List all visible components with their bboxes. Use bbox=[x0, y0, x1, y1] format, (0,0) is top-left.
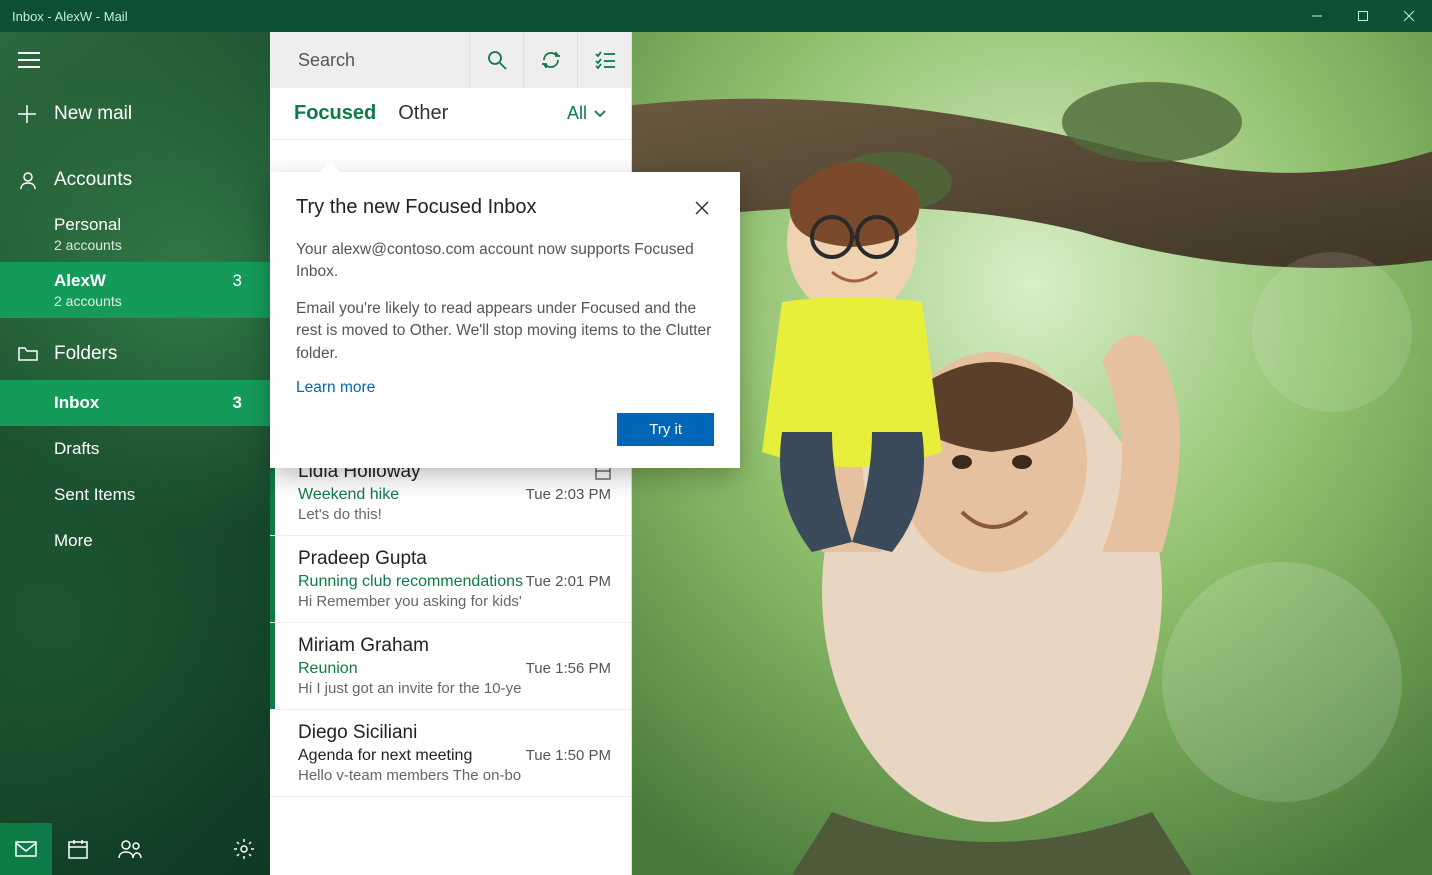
popup-text-1: Your alexw@contoso.com account now suppo… bbox=[296, 239, 714, 284]
message-item[interactable]: Miriam Graham Reunion Tue 1:56 PM Hi I ju… bbox=[270, 623, 631, 710]
folders-header[interactable]: Folders bbox=[0, 328, 270, 380]
folder-label: Drafts bbox=[54, 439, 99, 459]
chevron-down-icon bbox=[593, 109, 607, 119]
message-from: Pradeep Gupta bbox=[298, 548, 427, 570]
account-sub: 2 accounts bbox=[54, 293, 270, 309]
folder-item[interactable]: More bbox=[0, 518, 270, 564]
folder-item[interactable]: Sent Items bbox=[0, 472, 270, 518]
account-badge: 3 bbox=[233, 271, 242, 291]
search-input[interactable]: Search bbox=[270, 50, 469, 71]
calendar-app-button[interactable] bbox=[52, 823, 104, 875]
folders-label: Folders bbox=[54, 343, 117, 365]
message-item[interactable]: Pradeep Gupta Running club recommendatio… bbox=[270, 536, 631, 623]
sync-button[interactable] bbox=[523, 32, 577, 88]
inbox-tabs: Focused Other All bbox=[270, 88, 631, 140]
people-app-button[interactable] bbox=[104, 823, 156, 875]
popup-title: Try the new Focused Inbox bbox=[296, 196, 537, 219]
folder-badge: 3 bbox=[233, 393, 242, 413]
filter-dropdown[interactable]: All bbox=[567, 103, 607, 124]
tab-other[interactable]: Other bbox=[398, 102, 448, 125]
hamburger-icon bbox=[18, 52, 40, 68]
message-subject: Running club recommendations bbox=[298, 573, 523, 591]
tab-focused[interactable]: Focused bbox=[294, 102, 376, 125]
message-preview: Hi I just got an invite for the 10-ye bbox=[298, 680, 611, 697]
folder-item[interactable]: Drafts bbox=[0, 426, 270, 472]
new-mail-button[interactable]: New mail bbox=[0, 88, 270, 140]
close-button[interactable] bbox=[1386, 0, 1432, 32]
titlebar: Inbox - AlexW - Mail bbox=[0, 0, 1432, 32]
sidebar: New mail Accounts Personal2 accountsAlex… bbox=[0, 32, 270, 875]
account-sub: 2 accounts bbox=[54, 237, 270, 253]
message-subject: Reunion bbox=[298, 660, 358, 678]
account-item[interactable]: Personal 2 accounts bbox=[0, 206, 270, 262]
try-it-button[interactable]: Try it bbox=[617, 413, 714, 446]
search-bar: Search bbox=[270, 32, 631, 88]
account-name: AlexW bbox=[54, 271, 106, 291]
message-time: Tue 2:01 PM bbox=[526, 573, 611, 591]
folder-item[interactable]: Inbox 3 bbox=[0, 380, 270, 426]
folder-label: Sent Items bbox=[54, 485, 135, 505]
message-subject: Weekend hike bbox=[298, 486, 399, 504]
settings-button[interactable] bbox=[218, 823, 270, 875]
search-button[interactable] bbox=[469, 32, 523, 88]
minimize-button[interactable] bbox=[1294, 0, 1340, 32]
message-time: Tue 1:56 PM bbox=[526, 660, 611, 678]
message-preview: Hello v-team members The on-bo bbox=[298, 767, 611, 784]
message-from: Diego Siciliani bbox=[298, 722, 417, 744]
message-preview: Let's do this! bbox=[298, 506, 611, 523]
message-item[interactable]: Diego Siciliani Agenda for next meeting T… bbox=[270, 710, 631, 797]
folder-label: Inbox bbox=[54, 393, 99, 413]
accounts-label: Accounts bbox=[54, 169, 132, 191]
learn-more-link[interactable]: Learn more bbox=[296, 379, 375, 396]
popup-close-button[interactable] bbox=[690, 196, 714, 225]
hamburger-button[interactable] bbox=[0, 32, 270, 88]
folder-label: More bbox=[54, 531, 93, 551]
message-time: Tue 2:03 PM bbox=[526, 486, 611, 504]
message-subject: Agenda for next meeting bbox=[298, 747, 472, 765]
focused-inbox-popup: Try the new Focused Inbox Your alexw@con… bbox=[270, 172, 740, 468]
message-time: Tue 1:50 PM bbox=[526, 747, 611, 765]
bottom-bar bbox=[0, 823, 270, 875]
background-image bbox=[632, 32, 1432, 875]
close-icon bbox=[694, 200, 710, 216]
maximize-button[interactable] bbox=[1340, 0, 1386, 32]
account-name: Personal bbox=[54, 215, 121, 235]
popup-text-2: Email you're likely to read appears unde… bbox=[296, 298, 714, 365]
new-mail-label: New mail bbox=[54, 103, 132, 125]
account-item[interactable]: AlexW 3 2 accounts bbox=[0, 262, 270, 318]
person-icon bbox=[18, 170, 54, 190]
message-from: Miriam Graham bbox=[298, 635, 429, 657]
plus-icon bbox=[18, 105, 54, 123]
mail-app-button[interactable] bbox=[0, 823, 52, 875]
window-title: Inbox - AlexW - Mail bbox=[12, 9, 128, 24]
reading-pane bbox=[632, 32, 1432, 875]
message-preview: Hi Remember you asking for kids' bbox=[298, 593, 611, 610]
select-mode-button[interactable] bbox=[577, 32, 631, 88]
filter-label: All bbox=[567, 103, 587, 124]
folder-icon bbox=[18, 346, 54, 362]
accounts-header[interactable]: Accounts bbox=[0, 154, 270, 206]
